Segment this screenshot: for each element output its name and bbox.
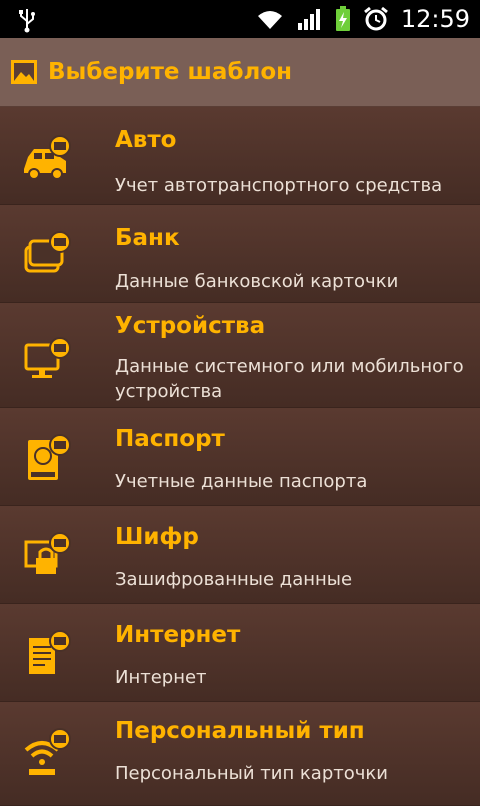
item-title: Паспорт — [115, 426, 225, 452]
image-icon — [11, 60, 37, 84]
list-item-passport[interactable]: Паспорт Учетные данные паспорта — [0, 408, 480, 506]
alarm-icon — [363, 6, 388, 31]
passport-icon — [28, 434, 71, 480]
list-item-devices[interactable]: Устройства Данные системного или мобильн… — [0, 303, 480, 408]
item-title: Шифр — [115, 524, 199, 550]
wifi-card-icon — [24, 728, 71, 775]
item-subtitle: Учет автотранспортного средства — [115, 175, 443, 196]
item-title: Интернет — [115, 622, 241, 648]
item-subtitle: Учетные данные паспорта — [115, 471, 368, 492]
status-bar: 12:59 — [0, 0, 480, 38]
item-title: Персональный тип — [115, 718, 365, 744]
item-title: Устройства — [115, 313, 266, 339]
monitor-icon — [24, 337, 71, 378]
car-icon — [24, 135, 71, 180]
wifi-icon — [257, 11, 282, 29]
clock-time: 12:59 — [400, 5, 470, 33]
item-subtitle: Данные системного или мобильного устройс… — [115, 356, 464, 402]
item-title: Банк — [115, 225, 180, 251]
internet-document-icon — [29, 630, 71, 674]
page-title: Выберите шаблон — [48, 59, 293, 85]
list-item-internet[interactable]: Интернет Интернет — [0, 604, 480, 702]
screen-header: Выберите шаблон — [0, 38, 480, 107]
usb-icon — [19, 9, 35, 33]
signal-icon — [297, 9, 320, 30]
bank-card-icon — [24, 231, 71, 273]
list-item-cipher[interactable]: Шифр Зашифрованные данные — [0, 506, 480, 604]
item-subtitle: Интернет — [115, 667, 207, 688]
item-subtitle: Персональный тип карточки — [115, 763, 388, 784]
cipher-icon — [24, 532, 71, 574]
template-list: Авто Учет автотранспортного средства Бан… — [0, 107, 480, 806]
battery-icon — [335, 6, 350, 31]
item-title: Авто — [115, 127, 177, 153]
list-item-bank[interactable]: Банк Данные банковской карточки — [0, 205, 480, 303]
list-item-personal[interactable]: Персональный тип Персональный тип карточ… — [0, 702, 480, 806]
item-subtitle: Данные банковской карточки — [115, 271, 399, 292]
item-subtitle: Зашифрованные данные — [115, 569, 353, 590]
list-item-auto[interactable]: Авто Учет автотранспортного средства — [0, 107, 480, 205]
